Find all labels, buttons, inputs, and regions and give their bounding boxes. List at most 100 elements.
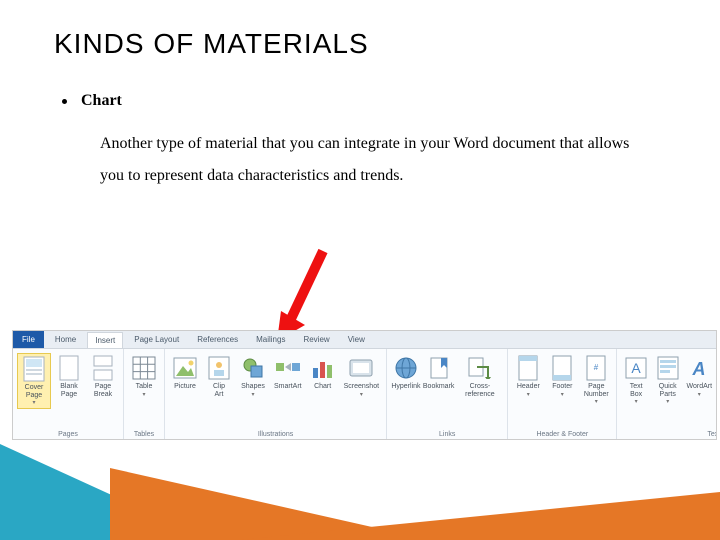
group-links-label: Links [391, 429, 503, 440]
table-button[interactable]: Table ▾ [128, 353, 160, 400]
dropdown-icon: ▾ [561, 391, 564, 398]
tab-review[interactable]: Review [296, 332, 336, 347]
page-break-label: Page Break [94, 383, 112, 398]
cross-reference-label: Cross-reference [459, 383, 500, 398]
chart-button[interactable]: Chart [307, 353, 339, 393]
screenshot-label: Screenshot [344, 383, 379, 391]
blank-page-label: Blank Page [60, 383, 78, 398]
blank-page-icon [56, 355, 82, 381]
picture-label: Picture [174, 383, 196, 391]
picture-button[interactable]: Picture [169, 353, 201, 393]
group-illustrations-label: Illustrations [169, 429, 382, 440]
page-break-icon [90, 355, 116, 381]
page-number-icon: # [583, 355, 609, 381]
ribbon-tab-strip: File Home Insert Page Layout References … [13, 331, 716, 349]
chart-icon [310, 355, 336, 381]
group-links: Hyperlink Bookmark Cross-reference [387, 349, 508, 440]
dropdown-icon: ▾ [635, 398, 638, 405]
footer-icon [549, 355, 575, 381]
text-box-button[interactable]: A Text Box ▾ [621, 353, 651, 407]
screenshot-icon [348, 355, 374, 381]
wordart-icon: A [686, 355, 712, 381]
header-label: Header [517, 383, 540, 391]
shapes-label: Shapes [241, 383, 265, 391]
word-ribbon: File Home Insert Page Layout References … [12, 330, 717, 440]
footer-label: Footer [552, 383, 572, 391]
group-pages: Cover Page ▾ Blank Page Page Break [13, 349, 124, 440]
shapes-button[interactable]: Shapes ▾ [237, 353, 269, 400]
screenshot-button[interactable]: Screenshot ▾ [341, 353, 382, 400]
header-icon [515, 355, 541, 381]
text-box-icon: A [623, 355, 649, 381]
clip-art-icon [206, 355, 232, 381]
dropdown-icon: ▾ [698, 391, 701, 398]
blank-page-button[interactable]: Blank Page [53, 353, 85, 400]
group-text-label: Text [621, 429, 717, 440]
group-illustrations: Picture Clip Art Shapes ▾ [165, 349, 387, 440]
dropdown-icon: ▾ [666, 398, 669, 405]
cross-reference-icon [467, 355, 493, 381]
page-break-button[interactable]: Page Break [87, 353, 119, 400]
clip-art-button[interactable]: Clip Art [203, 353, 235, 400]
chart-label: Chart [314, 383, 331, 391]
hyperlink-icon [393, 355, 419, 381]
file-tab[interactable]: File [13, 331, 44, 348]
slide: KINDS OF MATERIALS Chart Another type of… [0, 0, 720, 540]
clip-art-label: Clip Art [213, 383, 225, 398]
svg-text:A: A [631, 360, 641, 376]
group-tables-label: Tables [128, 429, 160, 440]
page-number-button[interactable]: # Page Number ▾ [580, 353, 612, 407]
dropdown-icon: ▾ [360, 391, 363, 398]
table-icon [131, 355, 157, 381]
drop-cap-button[interactable]: A Drop Cap ▾ [716, 353, 717, 407]
tab-home[interactable]: Home [48, 332, 83, 347]
svg-text:#: # [594, 363, 599, 372]
dropdown-icon: ▾ [595, 398, 598, 405]
cross-reference-button[interactable]: Cross-reference [456, 353, 503, 400]
dropdown-icon: ▾ [142, 391, 145, 398]
svg-text:A: A [692, 359, 706, 379]
bullet-row: Chart [62, 92, 122, 110]
tab-page-layout[interactable]: Page Layout [127, 332, 186, 347]
smartart-icon [275, 355, 301, 381]
hyperlink-label: Hyperlink [391, 383, 420, 391]
quick-parts-label: Quick Parts [659, 383, 677, 398]
ribbon-body: Cover Page ▾ Blank Page Page Break [13, 349, 716, 440]
smartart-button[interactable]: SmartArt [271, 353, 305, 393]
bookmark-label: Bookmark [423, 383, 455, 391]
smartart-label: SmartArt [274, 383, 302, 391]
group-header-footer-label: Header & Footer [512, 429, 612, 440]
bookmark-icon [426, 355, 452, 381]
wordart-label: WordArt [687, 383, 713, 391]
cover-page-button[interactable]: Cover Page ▾ [17, 353, 51, 409]
dropdown-icon: ▾ [527, 391, 530, 398]
tab-references[interactable]: References [190, 332, 245, 347]
tab-mailings[interactable]: Mailings [249, 332, 292, 347]
group-tables: Table ▾ Tables [124, 349, 165, 440]
bullet-dot [62, 99, 67, 104]
body-text: Another type of material that you can in… [100, 128, 640, 192]
shapes-icon [240, 355, 266, 381]
group-header-footer: Header ▾ Footer ▾ # Page Nu [508, 349, 617, 440]
table-label: Table [136, 383, 153, 391]
wordart-button[interactable]: A WordArt ▾ [685, 353, 715, 400]
group-pages-label: Pages [17, 429, 119, 440]
picture-icon [172, 355, 198, 381]
cover-page-label: Cover Page [25, 384, 44, 399]
group-text: A Text Box ▾ Quick Parts ▾ [617, 349, 717, 440]
bookmark-button[interactable]: Bookmark [423, 353, 455, 393]
dropdown-icon: ▾ [32, 399, 35, 406]
bullet-label: Chart [81, 92, 122, 110]
quick-parts-button[interactable]: Quick Parts ▾ [653, 353, 683, 407]
dropdown-icon: ▾ [251, 391, 254, 398]
text-box-label: Text Box [630, 383, 643, 398]
cover-page-icon [21, 356, 47, 382]
footer-button[interactable]: Footer ▾ [546, 353, 578, 400]
tab-view[interactable]: View [341, 332, 372, 347]
header-button[interactable]: Header ▾ [512, 353, 544, 400]
decor-triangle-orange-right [240, 492, 720, 540]
hyperlink-button[interactable]: Hyperlink [391, 353, 421, 393]
tab-insert[interactable]: Insert [87, 332, 123, 348]
page-number-label: Page Number [584, 383, 609, 398]
quick-parts-icon [655, 355, 681, 381]
